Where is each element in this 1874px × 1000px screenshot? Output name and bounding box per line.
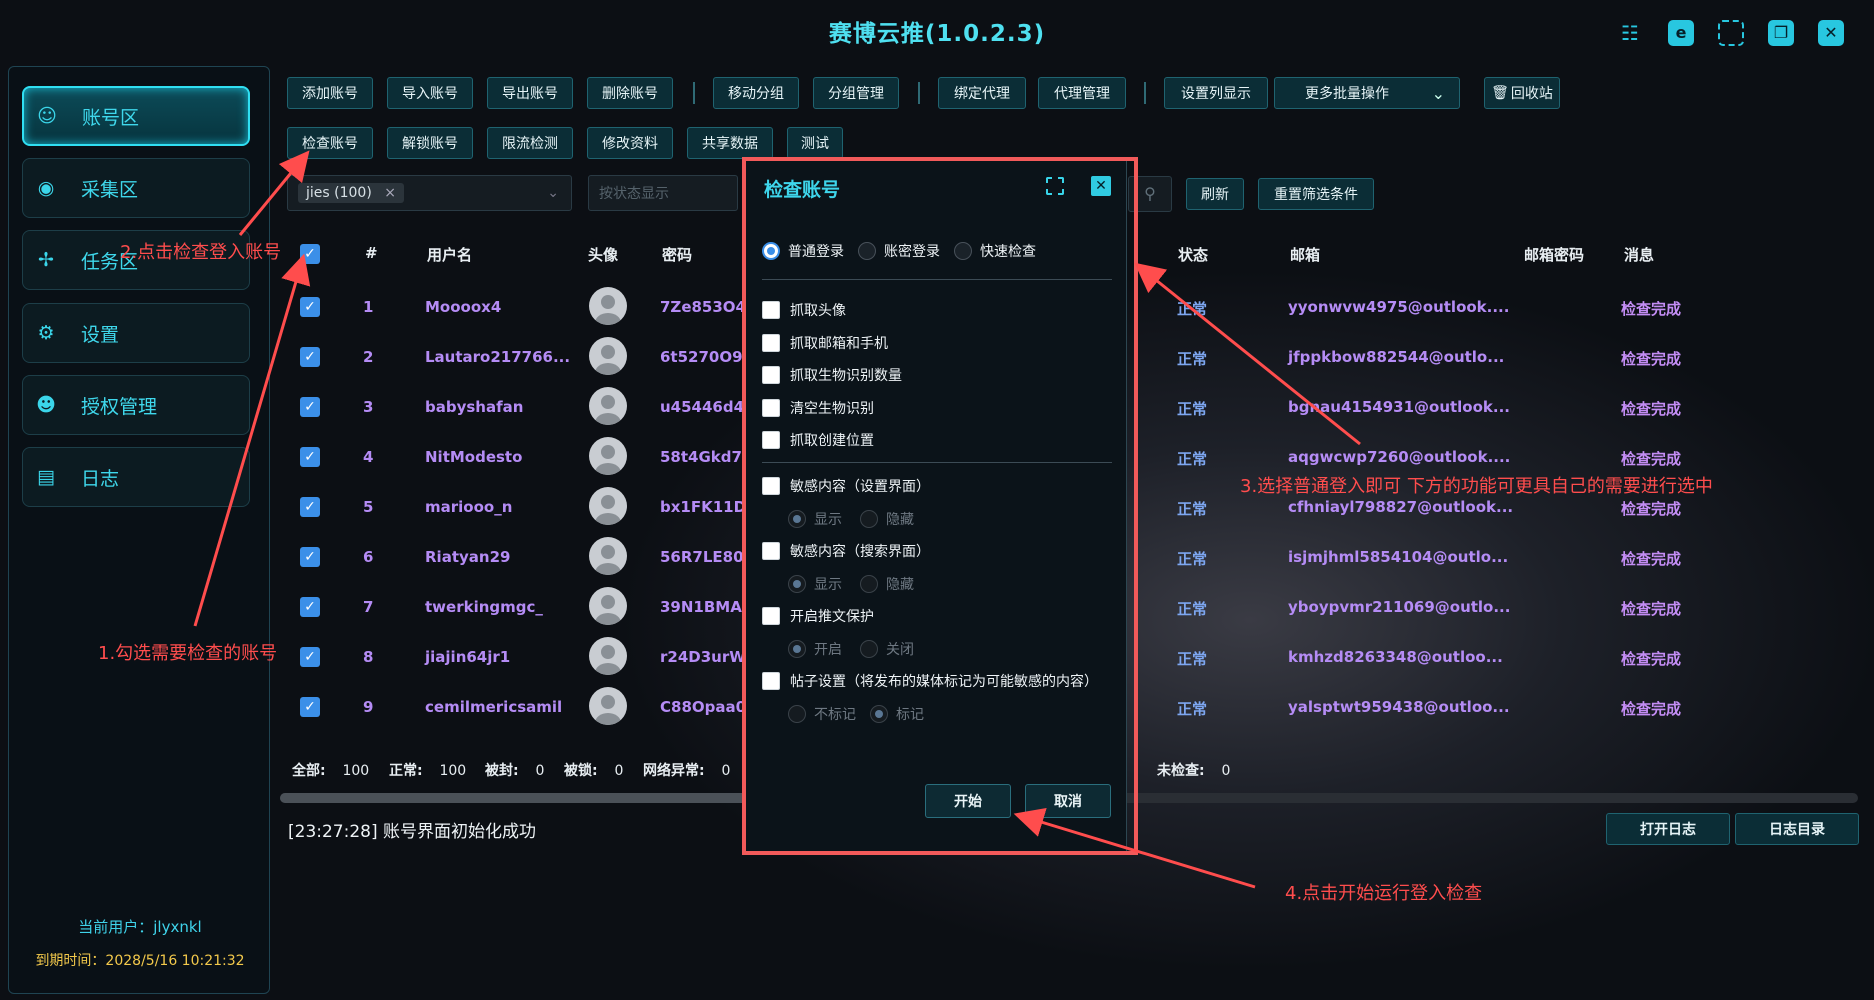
arrow-1 bbox=[193, 253, 311, 627]
annotation-3: 3.选择普通登入即可 下方的功能可更具自己的需要进行选中 bbox=[1240, 476, 1713, 497]
arrow-3 bbox=[1134, 262, 1361, 446]
arrow-2 bbox=[238, 150, 310, 236]
arrow-4 bbox=[1013, 808, 1256, 889]
annotation-arrows bbox=[193, 150, 1361, 889]
annotation-1: 1.勾选需要检查的账号 bbox=[98, 643, 278, 664]
annotation-2: 2.点击检查登入账号 bbox=[120, 242, 282, 263]
annotation-4: 4.点击开始运行登入检查 bbox=[1285, 883, 1483, 904]
